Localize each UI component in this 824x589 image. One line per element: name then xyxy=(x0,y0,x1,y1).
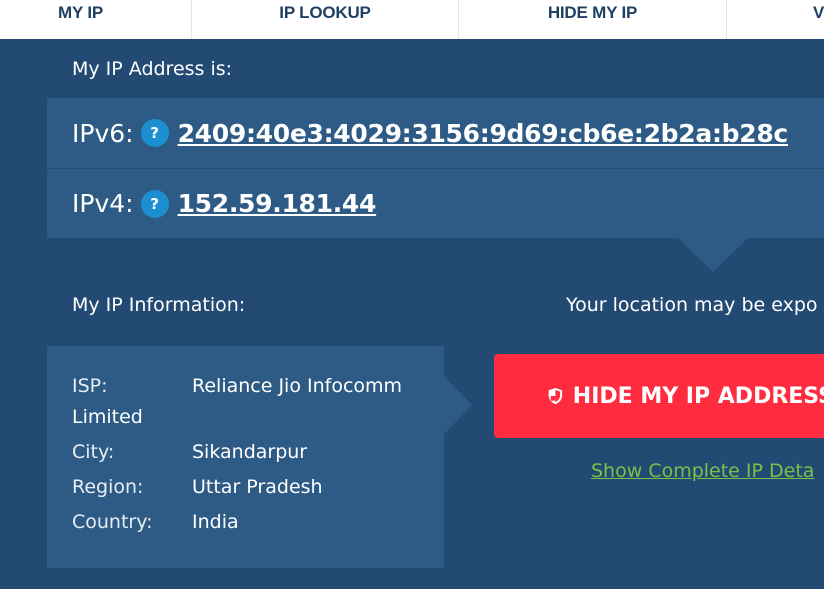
ipv6-label: IPv6: xyxy=(72,118,134,148)
hide-my-ip-button-label: HIDE MY IP ADDRESS xyxy=(572,383,824,409)
show-complete-ip-details-link[interactable]: Show Complete IP Deta xyxy=(591,460,814,482)
nav-my-ip[interactable]: MY IP xyxy=(0,0,192,39)
isp-value: Reliance Jio Infocomm xyxy=(192,375,403,397)
country-value: India xyxy=(192,511,239,533)
country-row: Country: India xyxy=(72,507,432,538)
city-label: City: xyxy=(72,441,115,463)
hide-my-ip-button[interactable]: HIDE MY IP ADDRESS xyxy=(494,354,824,438)
region-label: Region: xyxy=(72,476,144,498)
panel-pointer xyxy=(678,238,748,272)
region-row: Region: Uttar Pradesh xyxy=(72,472,432,503)
ip-address-heading: My IP Address is: xyxy=(72,58,233,80)
country-label: Country: xyxy=(72,511,153,533)
ipv4-help-icon[interactable]: ? xyxy=(140,189,169,218)
city-row: City: Sikandarpur xyxy=(72,437,432,468)
isp-label: ISP: xyxy=(72,375,108,397)
isp-row: ISP: Reliance Jio Infocomm Limited xyxy=(72,371,432,433)
ipv4-label: IPv4: xyxy=(72,189,134,218)
ipv6-address-link[interactable]: 2409:40e3:4029:3156:9d69:cb6e:2b2a:b28c xyxy=(178,119,789,148)
city-value: Sikandarpur xyxy=(192,441,308,463)
ipv4-address-link[interactable]: 152.59.181.44 xyxy=(178,189,377,218)
shield-icon xyxy=(548,387,563,405)
location-warning-text: Your location may be expo xyxy=(566,294,818,316)
ipv4-row: IPv4: ? 152.59.181.44 xyxy=(47,169,824,238)
nav-hide-my-ip[interactable]: HIDE MY IP xyxy=(459,0,727,39)
ip-info-panel: ISP: Reliance Jio Infocomm Limited City: S… xyxy=(47,346,444,568)
isp-value-continued: Limited xyxy=(72,406,143,428)
ip-information-heading: My IP Information: xyxy=(72,294,246,316)
ipv6-help-icon[interactable]: ? xyxy=(140,119,169,147)
nav-item-truncated[interactable]: V xyxy=(727,0,824,39)
info-panel-arrow xyxy=(444,376,472,434)
top-nav: MY IP IP LOOKUP HIDE MY IP V xyxy=(0,0,824,39)
region-value: Uttar Pradesh xyxy=(192,476,323,498)
ipv6-row: IPv6: ? 2409:40e3:4029:3156:9d69:cb6e:2b… xyxy=(47,98,824,168)
nav-ip-lookup[interactable]: IP LOOKUP xyxy=(192,0,459,39)
